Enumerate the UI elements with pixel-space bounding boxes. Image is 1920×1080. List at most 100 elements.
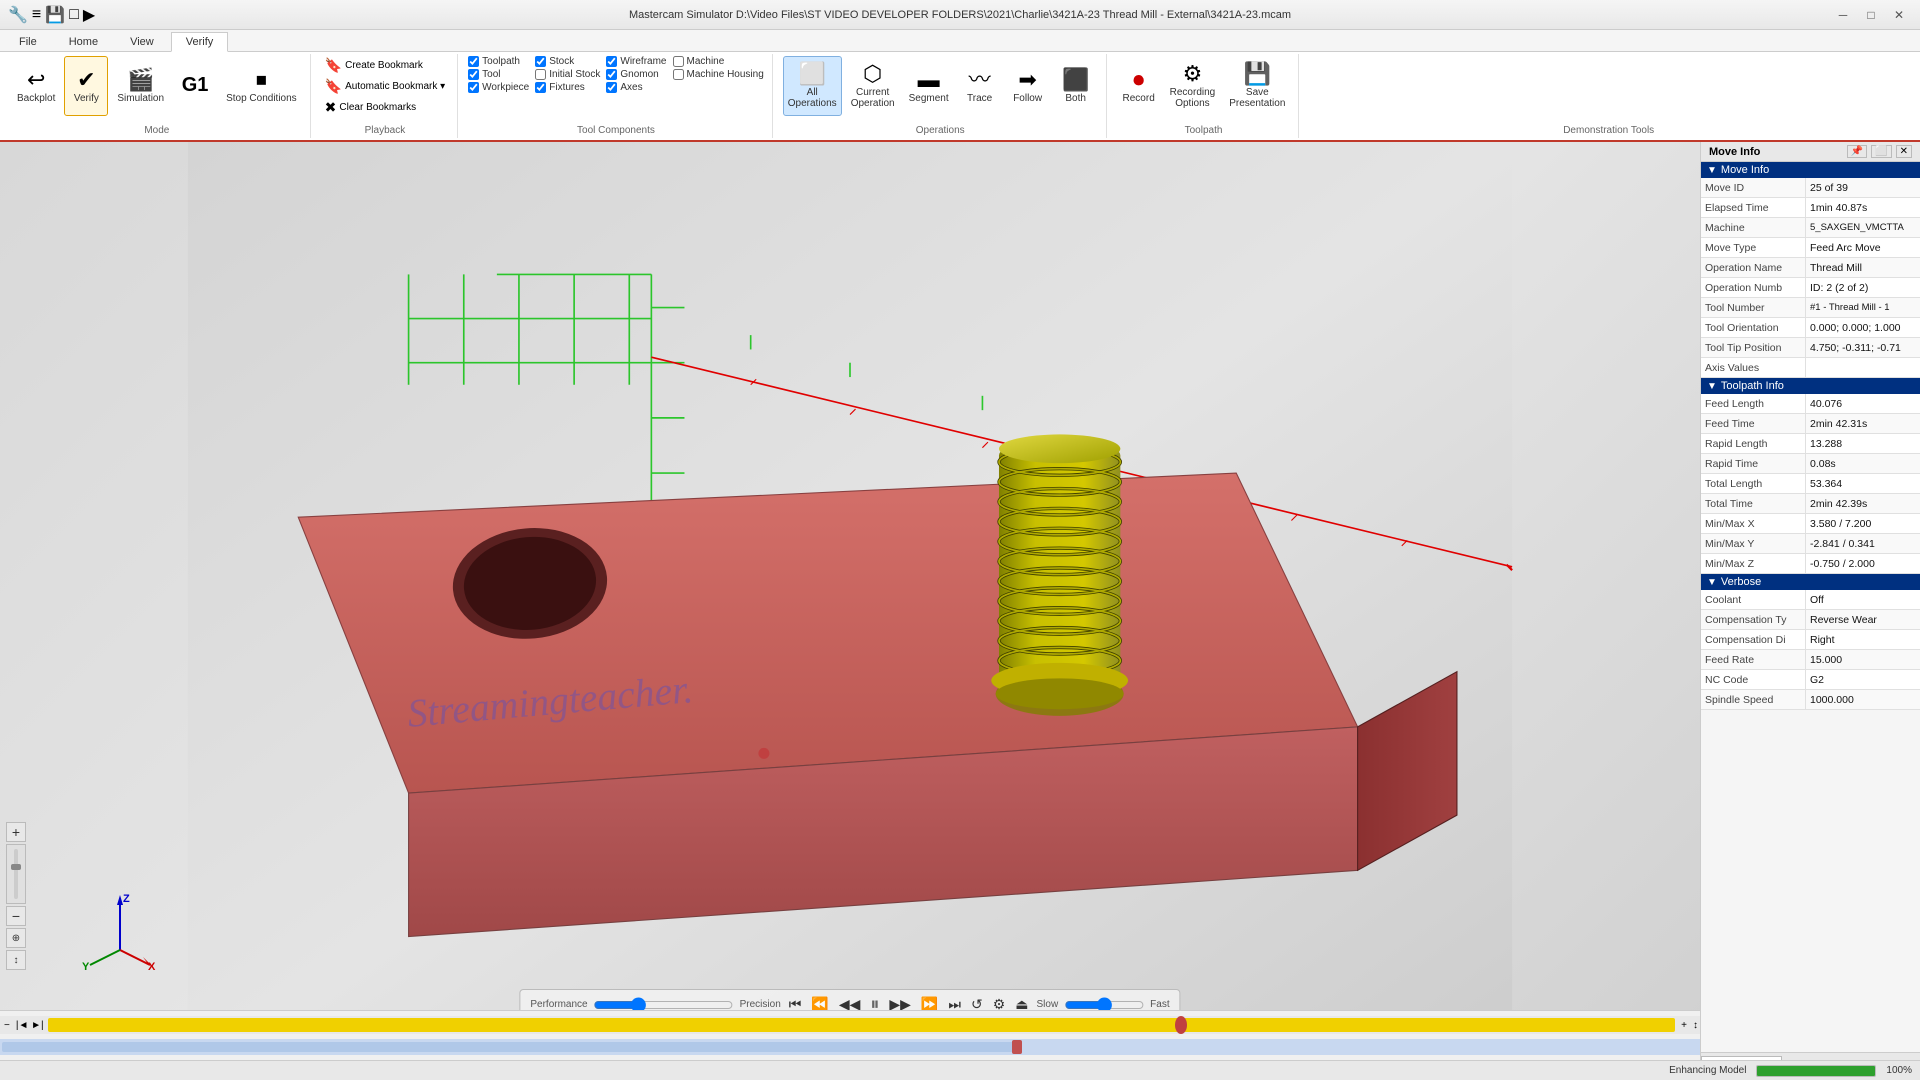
comp-type-value: Reverse Wear bbox=[1806, 610, 1920, 629]
clear-bookmarks-button[interactable]: ✖ Clear Bookmarks bbox=[321, 98, 420, 117]
backplot-icon: ↩ bbox=[27, 69, 45, 91]
panel-pin-button[interactable]: 📌 bbox=[1847, 145, 1867, 158]
minmax-z-label: Min/Max Z bbox=[1701, 554, 1806, 573]
checkboxes-col4: Machine Machine Housing bbox=[673, 56, 764, 80]
panel-resize-button[interactable]: ⬜ bbox=[1871, 145, 1891, 158]
info-row-minmax-y: Min/Max Y -2.841 / 0.341 bbox=[1701, 534, 1920, 554]
app-icon-5[interactable]: ▶ bbox=[83, 5, 95, 25]
trace-icon: 〰 bbox=[969, 69, 991, 91]
record-button[interactable]: ⏺ Record bbox=[1117, 56, 1161, 116]
tab-verify[interactable]: Verify bbox=[171, 32, 229, 52]
window-controls: ─ □ ✕ bbox=[1830, 5, 1912, 25]
stop-conditions-button[interactable]: ⏹ Stop Conditions bbox=[221, 56, 302, 116]
zoom-controls: + − ⊕ ↕ bbox=[6, 822, 26, 970]
fixtures-checkbox[interactable]: Fixtures bbox=[535, 82, 600, 93]
verify-button[interactable]: ✔ Verify bbox=[64, 56, 108, 116]
axes-checkbox[interactable]: Axes bbox=[606, 82, 666, 93]
panel-header: Move Info 📌 ⬜ ✕ bbox=[1701, 142, 1920, 162]
tool-checkbox[interactable]: Tool bbox=[468, 69, 529, 80]
comp-dir-label: Compensation Di bbox=[1701, 630, 1806, 649]
info-row-nc-code: NC Code G2 bbox=[1701, 670, 1920, 690]
initial-stock-checkbox[interactable]: Initial Stock bbox=[535, 69, 600, 80]
zoom-out-button[interactable]: − bbox=[6, 906, 26, 926]
stock-checkbox[interactable]: Stock bbox=[535, 56, 600, 67]
blue-progress-bar[interactable] bbox=[0, 1039, 1700, 1055]
g1-button[interactable]: G1 bbox=[173, 56, 217, 116]
follow-button[interactable]: ➡ Follow bbox=[1006, 56, 1050, 116]
viewport[interactable]: Streamingteacher. Z X Y + − bbox=[0, 142, 1700, 1080]
verify-icon: ✔ bbox=[77, 69, 95, 91]
minimize-button[interactable]: ─ bbox=[1830, 5, 1856, 25]
save-pres-label: SavePresentation bbox=[1229, 87, 1285, 109]
comp-type-label: Compensation Ty bbox=[1701, 610, 1806, 629]
trace-button[interactable]: 〰 Trace bbox=[958, 56, 1002, 116]
total-time-value: 2min 42.39s bbox=[1806, 494, 1920, 513]
app-icons: 🔧 ≡ 💾 □ ▶ bbox=[8, 5, 95, 25]
zoom-in-button[interactable]: + bbox=[6, 822, 26, 842]
close-button[interactable]: ✕ bbox=[1886, 5, 1912, 25]
feed-length-value: 40.076 bbox=[1806, 394, 1920, 413]
workpiece-checkbox[interactable]: Workpiece bbox=[468, 82, 529, 93]
move-info-section-header[interactable]: ▼ Move Info bbox=[1701, 162, 1920, 178]
rapid-length-value: 13.288 bbox=[1806, 434, 1920, 453]
zoom-plus-end[interactable]: + bbox=[1677, 1020, 1691, 1031]
all-ops-icon: ⬜ bbox=[799, 63, 826, 85]
panel-close-button[interactable]: ✕ bbox=[1896, 145, 1912, 158]
app-icon-1[interactable]: 🔧 bbox=[8, 5, 28, 25]
demo-group-label: Demonstration Tools bbox=[1563, 125, 1654, 136]
stop-icon: ⏹ bbox=[256, 69, 267, 91]
info-row-machine: Machine 5_SAXGEN_VMCTTA bbox=[1701, 218, 1920, 238]
move-id-value: 25 of 39 bbox=[1806, 178, 1920, 197]
zoom-arrows-button[interactable]: ↕ bbox=[6, 950, 26, 970]
zoom-slider[interactable] bbox=[6, 844, 26, 904]
panel-content: ▼ Move Info Move ID 25 of 39 Elapsed Tim… bbox=[1701, 162, 1920, 1052]
app-icon-2[interactable]: ≡ bbox=[32, 6, 41, 24]
app-icon-3[interactable]: 💾 bbox=[45, 5, 65, 25]
prec-label: Precision bbox=[740, 999, 781, 1010]
info-row-tool-orientation: Tool Orientation 0.000; 0.000; 1.000 bbox=[1701, 318, 1920, 338]
axis-indicator: Z X Y bbox=[80, 890, 160, 970]
tab-home[interactable]: Home bbox=[54, 32, 113, 51]
info-row-minmax-x: Min/Max X 3.580 / 7.200 bbox=[1701, 514, 1920, 534]
yellow-thumb[interactable] bbox=[1175, 1016, 1187, 1034]
svg-text:Y: Y bbox=[82, 961, 90, 970]
feed-time-value: 2min 42.31s bbox=[1806, 414, 1920, 433]
wireframe-checkbox[interactable]: Wireframe bbox=[606, 56, 666, 67]
recording-options-button[interactable]: ⚙ RecordingOptions bbox=[1165, 56, 1221, 116]
follow-icon: ➡ bbox=[1018, 69, 1036, 91]
maximize-button[interactable]: □ bbox=[1858, 5, 1884, 25]
app-icon-4[interactable]: □ bbox=[69, 6, 79, 24]
machine-housing-checkbox[interactable]: Machine Housing bbox=[673, 69, 764, 80]
info-row-total-time: Total Time 2min 42.39s bbox=[1701, 494, 1920, 514]
verbose-section-header[interactable]: ▼ Verbose bbox=[1701, 574, 1920, 590]
ribbon-group-operations: ⬜ AllOperations ⬡ CurrentOperation ▬ Seg… bbox=[775, 54, 1107, 138]
minmax-y-value: -2.841 / 0.341 bbox=[1806, 534, 1920, 553]
blue-thumb[interactable] bbox=[1012, 1040, 1022, 1054]
create-bookmark-button[interactable]: 🔖 Create Bookmark bbox=[321, 56, 427, 75]
slow-label: Slow bbox=[1036, 999, 1058, 1010]
zoom-minus[interactable]: − bbox=[0, 1020, 14, 1031]
current-operation-button[interactable]: ⬡ CurrentOperation bbox=[846, 56, 900, 116]
minmax-y-label: Min/Max Y bbox=[1701, 534, 1806, 553]
toolpath-checkbox[interactable]: Toolpath bbox=[468, 56, 529, 67]
simulation-button[interactable]: 🎬 Simulation bbox=[112, 56, 169, 116]
backplot-button[interactable]: ↩ Backplot bbox=[12, 56, 60, 116]
bookmark-icon: 🔖 bbox=[325, 57, 342, 74]
mode-buttons: ↩ Backplot ✔ Verify 🎬 Simulation G1 ⏹ St… bbox=[12, 56, 302, 123]
all-operations-button[interactable]: ⬜ AllOperations bbox=[783, 56, 842, 116]
tab-file[interactable]: File bbox=[4, 32, 52, 51]
tab-view[interactable]: View bbox=[115, 32, 169, 51]
save-presentation-button[interactable]: 💾 SavePresentation bbox=[1224, 56, 1290, 116]
zoom-fit-button[interactable]: ⊕ bbox=[6, 928, 26, 948]
tool-tip-position-value: 4.750; -0.311; -0.71 bbox=[1806, 338, 1920, 357]
yellow-progress-bar[interactable]: − |◄ ►| + ↕ bbox=[0, 1016, 1700, 1034]
panel-controls: 📌 ⬜ ✕ bbox=[1847, 145, 1912, 158]
toolpath-info-section-header[interactable]: ▼ Toolpath Info bbox=[1701, 378, 1920, 394]
move-type-label: Move Type bbox=[1701, 238, 1806, 257]
blue-fill bbox=[2, 1042, 1022, 1052]
both-button[interactable]: ⬛ Both bbox=[1054, 56, 1098, 116]
gnomon-checkbox[interactable]: Gnomon bbox=[606, 69, 666, 80]
machine-checkbox[interactable]: Machine bbox=[673, 56, 764, 67]
segment-button[interactable]: ▬ Segment bbox=[904, 56, 954, 116]
auto-bookmark-button[interactable]: 🔖 Automatic Bookmark ▾ bbox=[321, 77, 450, 96]
